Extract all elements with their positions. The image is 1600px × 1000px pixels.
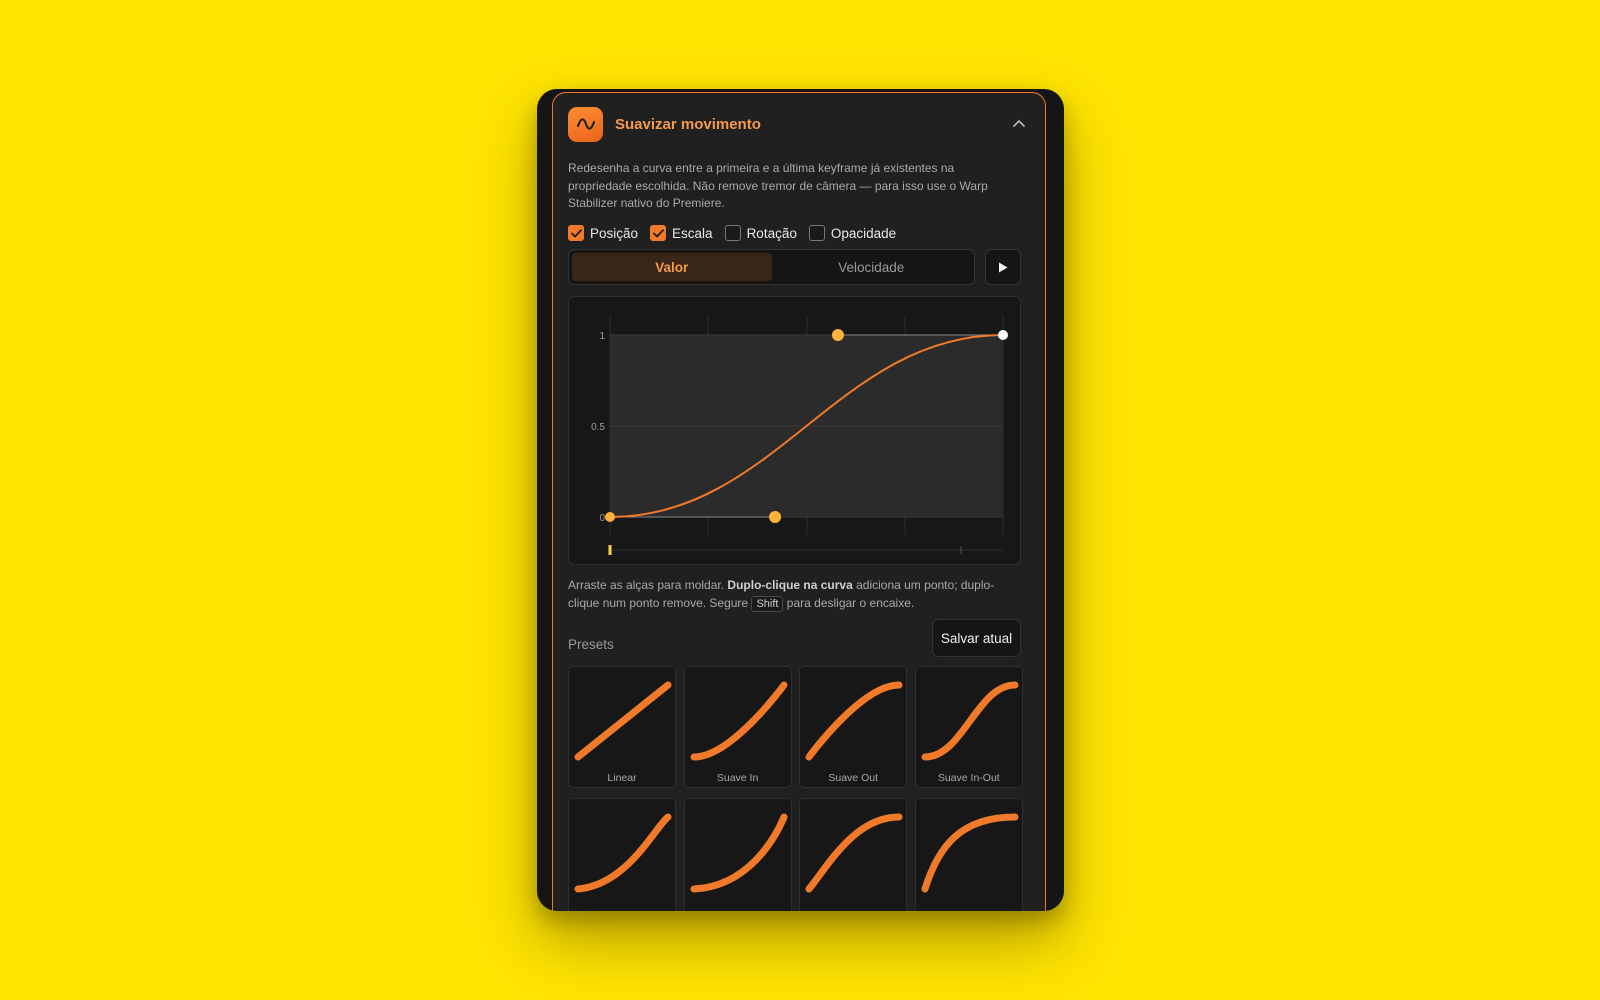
- checkbox-label: Rotação: [746, 225, 797, 241]
- preset-card[interactable]: [568, 798, 676, 911]
- preset-label: Suave In-Out: [937, 772, 1000, 784]
- keyframe-end-point[interactable]: [998, 330, 1008, 340]
- keyframe-start-point[interactable]: [605, 512, 615, 522]
- smooth-motion-panel: Suavizar movimento Redesenha a curva ent…: [552, 92, 1046, 911]
- checkbox-box[interactable]: [724, 225, 741, 241]
- checkbox-box[interactable]: [808, 225, 825, 241]
- preset-curve-thumbnail: [805, 681, 903, 761]
- hint-bold: Duplo-clique na curva: [727, 578, 853, 592]
- checkbox-label: Opacidade: [830, 225, 897, 241]
- y-tick-label: 0: [599, 513, 605, 524]
- hint-text: para desligar o encaixe.: [783, 595, 915, 610]
- preset-label: Suave In: [716, 772, 759, 784]
- preset-curve: [805, 681, 903, 761]
- bezier-handle-end[interactable]: [831, 329, 844, 341]
- presets-heading: Presets: [568, 637, 614, 652]
- preset-curve: [921, 681, 1019, 761]
- panel-header[interactable]: Suavizar movimento: [568, 106, 1030, 142]
- y-tick-label: 0.5: [591, 422, 605, 433]
- curve-editor[interactable]: 1 0.5 0: [568, 296, 1021, 565]
- preset-curve: [805, 813, 903, 893]
- checkbox-label: Escala: [672, 225, 713, 241]
- checkbox-opacidade[interactable]: Opacidade: [808, 225, 897, 241]
- wave-icon: [568, 106, 603, 142]
- preset-curve: [574, 681, 672, 761]
- tab-valor[interactable]: Valor: [572, 253, 772, 281]
- preset-card[interactable]: Suave Out: [799, 666, 908, 788]
- preset-card[interactable]: [683, 798, 792, 911]
- preset-curve: [690, 681, 788, 761]
- timeline-start-marker[interactable]: [608, 545, 612, 555]
- checkbox-label: Posição: [590, 225, 639, 241]
- play-button[interactable]: [985, 249, 1021, 285]
- preset-label: Linear: [607, 772, 637, 784]
- preset-card[interactable]: Suave In: [683, 666, 792, 788]
- preset-curve-thumbnail: [574, 681, 672, 761]
- preset-curve-thumbnail: [921, 681, 1019, 761]
- preset-curve-thumbnail: [690, 681, 788, 761]
- checkbox-box[interactable]: [650, 225, 667, 241]
- bezier-handle-start[interactable]: [769, 511, 782, 523]
- preset-curve: [690, 813, 788, 893]
- preset-curve: [574, 813, 672, 893]
- preset-card[interactable]: Suave In-Out: [914, 666, 1023, 788]
- preset-curve-thumbnail: [690, 813, 788, 893]
- hint-text: Arraste as alças para moldar.: [568, 578, 728, 592]
- chevron-up-icon[interactable]: [1008, 113, 1030, 135]
- plugin-window: Suavizar movimento Redesenha a curva ent…: [537, 89, 1064, 911]
- preset-label: Suave Out: [828, 772, 878, 784]
- editor-hint: Arraste as alças para moldar. Duplo-cliq…: [568, 577, 1018, 612]
- checkbox-posicao[interactable]: Posição: [568, 225, 638, 241]
- preset-card[interactable]: [914, 798, 1023, 911]
- shift-key-badge: Shift: [751, 595, 784, 612]
- play-icon: [999, 262, 1008, 272]
- preset-curve-thumbnail: [574, 813, 672, 893]
- panel-description: Redesenha a curva entre a primeira e a ú…: [568, 161, 988, 210]
- save-current-button[interactable]: Salvar atual: [932, 619, 1021, 657]
- checkbox-escala[interactable]: Escala: [650, 225, 713, 241]
- preset-card[interactable]: Linear: [568, 666, 676, 788]
- preset-curve-thumbnail: [921, 813, 1019, 893]
- checkbox-rotacao[interactable]: Rotação: [724, 225, 797, 241]
- panel-title: Suavizar movimento: [615, 115, 761, 133]
- tab-velocidade[interactable]: Velocidade: [772, 253, 972, 281]
- checkbox-box[interactable]: [568, 225, 584, 241]
- preset-curve: [921, 813, 1019, 893]
- property-checkboxes: Posição Escala Rotação Opacidade: [568, 224, 1030, 242]
- mode-toggle: Valor Velocidade: [568, 249, 975, 285]
- y-tick-label: 1: [599, 331, 605, 342]
- presets-grid: Linear Suave In Suave Out Suave In-Out: [568, 666, 1023, 911]
- preset-card[interactable]: [799, 798, 908, 911]
- preset-curve-thumbnail: [805, 813, 903, 893]
